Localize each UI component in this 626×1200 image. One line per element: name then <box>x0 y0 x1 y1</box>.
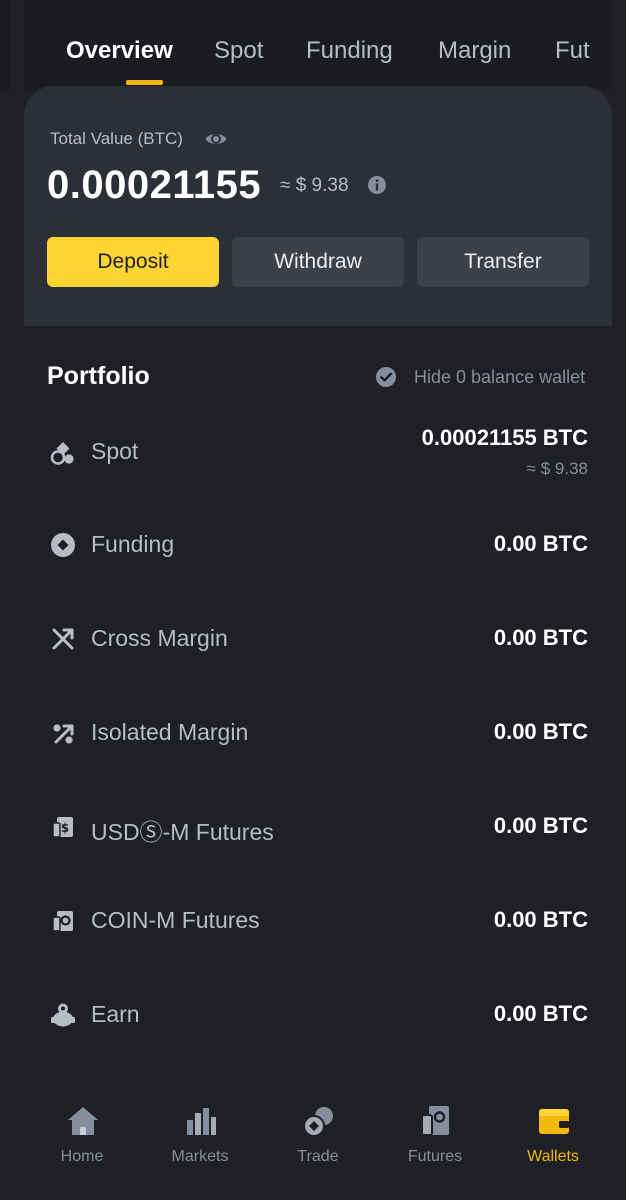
portfolio-label: Cross Margin <box>91 625 228 651</box>
wallet-icon <box>539 1109 569 1134</box>
nav-label: Futures <box>407 1148 463 1165</box>
tab-margin[interactable]: Margin <box>438 37 511 65</box>
total-value-usd: ≈ $ 9.38 <box>280 175 349 196</box>
check-circle-icon[interactable] <box>375 366 397 388</box>
portfolio-value: 0.00 BTC <box>493 907 588 932</box>
portfolio-row-earn[interactable]: Earn 0.00 BTC <box>0 984 626 1044</box>
portfolio-value: 0.00 BTC <box>493 531 588 556</box>
info-icon[interactable] <box>367 175 387 195</box>
tab-overview[interactable]: Overview <box>66 37 173 65</box>
coin-futures-icon <box>52 911 73 932</box>
portfolio-row-funding[interactable]: Funding 0.00 BTC <box>0 514 626 574</box>
portfolio-value: 0.00 BTC <box>493 625 588 650</box>
nav-label: Wallets <box>527 1148 579 1165</box>
trade-icon <box>303 1107 333 1137</box>
portfolio-value-usd: ≈ $ 9.38 <box>526 459 588 478</box>
markets-icon <box>187 1108 216 1135</box>
frame-edge-right <box>612 0 626 90</box>
nav-futures[interactable]: Futures <box>380 1084 490 1184</box>
tab-funding[interactable]: Funding <box>306 37 393 65</box>
spot-icon <box>50 442 74 465</box>
funding-icon <box>51 533 75 557</box>
portfolio-label: Earn <box>91 1001 140 1027</box>
nav-markets[interactable]: Markets <box>145 1084 255 1184</box>
nav-label: Trade <box>297 1148 339 1165</box>
bottom-navigation: Home Markets Trade Futures Wallets <box>0 1084 626 1200</box>
portfolio-row-isolated-margin[interactable]: Isolated Margin 0.00 BTC <box>0 702 626 762</box>
active-tab-indicator <box>126 80 163 85</box>
wallet-tabs: Overview Spot Funding Margin Fut <box>24 0 612 90</box>
isolated-margin-icon <box>53 724 74 744</box>
portfolio-row-cross-margin[interactable]: Cross Margin 0.00 BTC <box>0 608 626 668</box>
frame-edge-left <box>10 0 24 90</box>
portfolio-label: USDⓈ-M Futures <box>91 819 274 845</box>
portfolio-row-coin-m-futures[interactable]: COIN-M Futures 0.00 BTC <box>0 890 626 950</box>
portfolio-label: Spot <box>91 438 139 464</box>
nav-wallets[interactable]: Wallets <box>498 1084 608 1184</box>
tab-spot[interactable]: Spot <box>214 37 263 65</box>
usd-futures-icon: $ <box>52 817 73 838</box>
portfolio-value: 0.00021155 BTC <box>421 425 588 450</box>
portfolio-label: Funding <box>91 531 175 557</box>
portfolio-row-spot[interactable]: Spot 0.00021155 BTC ≈ $ 9.38 <box>0 420 626 480</box>
portfolio-row-usd-m-futures[interactable]: $ USDⓈ-M Futures 0.00 BTC <box>0 796 626 856</box>
transfer-button[interactable]: Transfer <box>417 237 589 287</box>
nav-home[interactable]: Home <box>27 1084 137 1184</box>
futures-icon <box>421 1106 449 1136</box>
portfolio-value: 0.00 BTC <box>493 813 588 838</box>
portfolio-value: 0.00 BTC <box>493 1001 588 1026</box>
svg-text:$: $ <box>61 821 69 835</box>
earn-icon <box>51 1003 75 1027</box>
nav-trade[interactable]: Trade <box>263 1084 373 1184</box>
hide-zero-balance-toggle[interactable]: Hide 0 balance wallet <box>414 367 585 388</box>
total-value-label: Total Value (BTC) <box>50 129 183 148</box>
nav-label: Markets <box>171 1148 229 1165</box>
portfolio-label: COIN-M Futures <box>91 907 260 933</box>
eye-icon[interactable] <box>204 127 228 151</box>
total-value-btc: 0.00021155 <box>47 163 262 207</box>
tab-futures[interactable]: Fut <box>555 37 590 65</box>
cross-margin-icon <box>52 628 74 650</box>
withdraw-button[interactable]: Withdraw <box>232 237 404 287</box>
home-icon <box>68 1107 98 1135</box>
portfolio-title: Portfolio <box>47 362 150 390</box>
portfolio-label: Isolated Margin <box>91 719 249 745</box>
deposit-button[interactable]: Deposit <box>47 237 219 287</box>
portfolio-value: 0.00 BTC <box>493 719 588 744</box>
nav-label: Home <box>60 1148 104 1165</box>
